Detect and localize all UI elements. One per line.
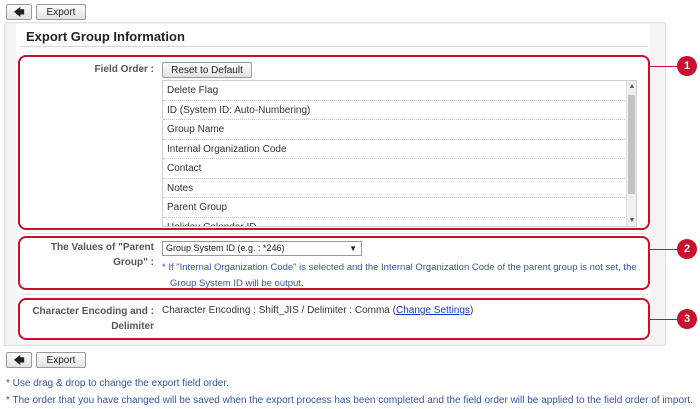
export-button-bottom[interactable]: Export	[36, 352, 86, 368]
footer-note-drag: * Use drag & drop to change the export f…	[6, 378, 229, 389]
highlight-box-1	[18, 55, 650, 230]
callout-badge-3: 3	[677, 309, 697, 329]
highlight-box-3	[18, 298, 650, 340]
export-button-top[interactable]: Export	[36, 4, 86, 20]
callout-badge-2: 2	[677, 239, 697, 259]
back-button[interactable]: 🡄	[6, 4, 32, 20]
section-divider	[20, 294, 648, 295]
footer-note-order: * The order that you have changed will b…	[6, 395, 693, 406]
title-divider	[20, 46, 648, 47]
highlight-box-2	[18, 236, 650, 290]
callout-badge-1: 1	[677, 56, 697, 76]
section-divider	[20, 233, 648, 234]
callout-connector-1	[650, 66, 677, 67]
back-button-bottom[interactable]: 🡄	[6, 352, 32, 368]
page-title: Export Group Information	[26, 29, 185, 44]
callout-connector-3	[650, 319, 677, 320]
callout-connector-2	[650, 249, 677, 250]
